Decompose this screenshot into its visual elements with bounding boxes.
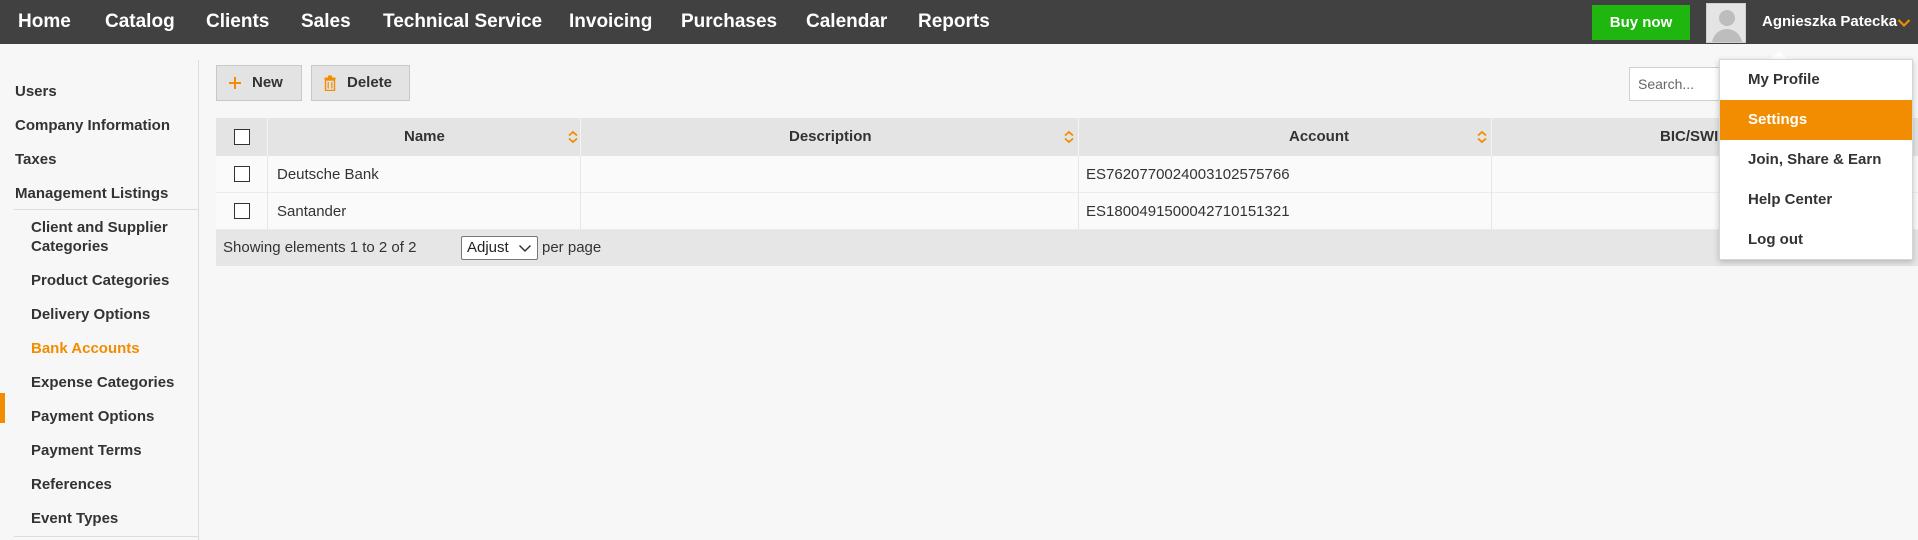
sidebar-item-references[interactable]: References <box>31 475 112 494</box>
menu-item-join-share-earn[interactable]: Join, Share & Earn <box>1720 140 1912 180</box>
sidebar-item-users[interactable]: Users <box>15 82 57 101</box>
sidebar-item-payment-terms[interactable]: Payment Terms <box>31 441 142 460</box>
column-separator <box>580 193 581 230</box>
nav-purchases[interactable]: Purchases <box>681 0 777 44</box>
sidebar: Users Company Information Taxes Manageme… <box>0 60 199 540</box>
delete-button-label: Delete <box>347 74 393 91</box>
column-header-name[interactable]: Name <box>404 118 445 156</box>
nav-calendar[interactable]: Calendar <box>806 0 887 44</box>
new-button[interactable]: New <box>216 65 302 101</box>
column-separator <box>267 193 268 230</box>
column-separator <box>267 156 268 193</box>
buy-now-button[interactable]: Buy now <box>1592 5 1690 40</box>
column-separator <box>1491 118 1492 156</box>
sidebar-item-taxes[interactable]: Taxes <box>15 150 56 169</box>
nav-home[interactable]: Home <box>18 0 71 44</box>
nav-technical-service[interactable]: Technical Service <box>383 0 542 44</box>
column-separator <box>1078 156 1079 193</box>
nav-sales[interactable]: Sales <box>301 0 351 44</box>
select-all-checkbox[interactable] <box>234 129 250 145</box>
menu-item-settings[interactable]: Settings <box>1720 100 1912 140</box>
per-page-value: Adjust <box>467 239 509 256</box>
user-name[interactable]: Agnieszka Patecka <box>1762 0 1897 44</box>
avatar-body <box>1712 29 1742 42</box>
cell-account: ES1800491500042710151321 <box>1086 203 1290 220</box>
sidebar-item-product-categories[interactable]: Product Categories <box>31 271 169 290</box>
chevron-down-icon <box>518 244 532 253</box>
column-header-description[interactable]: Description <box>789 118 872 156</box>
trash-icon <box>324 75 336 91</box>
avatar-head <box>1719 10 1735 26</box>
pagination-summary: Showing elements 1 to 2 of 2 <box>223 239 417 256</box>
cell-name: Deutsche Bank <box>277 166 379 183</box>
sort-icon[interactable] <box>1063 130 1075 144</box>
column-header-bic-swift[interactable]: BIC/SWI <box>1660 118 1718 156</box>
top-nav-bar: Home Catalog Clients Sales Technical Ser… <box>0 0 1918 44</box>
menu-item-help-center[interactable]: Help Center <box>1720 180 1912 220</box>
table-footer: Showing elements 1 to 2 of 2 Adjust per … <box>216 230 1918 266</box>
row-checkbox[interactable] <box>234 166 250 182</box>
chevron-down-icon[interactable] <box>1897 18 1911 28</box>
column-separator <box>580 118 581 156</box>
sidebar-item-event-types[interactable]: Event Types <box>31 509 118 528</box>
sidebar-item-bank-accounts[interactable]: Bank Accounts <box>31 339 140 358</box>
sort-icon[interactable] <box>567 130 579 144</box>
nav-invoicing[interactable]: Invoicing <box>569 0 652 44</box>
search-input[interactable] <box>1629 67 1725 101</box>
per-page-label: per page <box>542 239 602 256</box>
new-button-label: New <box>252 74 283 91</box>
delete-button[interactable]: Delete <box>311 65 410 101</box>
plus-icon <box>229 77 241 89</box>
user-avatar[interactable] <box>1706 3 1746 43</box>
menu-item-log-out[interactable]: Log out <box>1720 220 1912 260</box>
nav-reports[interactable]: Reports <box>918 0 990 44</box>
nav-clients[interactable]: Clients <box>206 0 269 44</box>
sort-icon[interactable] <box>1476 130 1488 144</box>
sidebar-item-management-listings[interactable]: Management Listings <box>15 184 168 203</box>
column-header-account[interactable]: Account <box>1289 118 1349 156</box>
sidebar-item-delivery-options[interactable]: Delivery Options <box>31 305 150 324</box>
menu-item-my-profile[interactable]: My Profile <box>1720 60 1912 100</box>
active-item-marker <box>0 393 5 423</box>
sidebar-divider <box>14 536 199 537</box>
column-separator <box>1078 193 1079 230</box>
sidebar-item-company-information[interactable]: Company Information <box>15 116 170 135</box>
row-checkbox[interactable] <box>234 203 250 219</box>
table-row[interactable]: Santander ES1800491500042710151321 <box>216 193 1918 230</box>
table-header: Name Description Account BIC/SWI <box>216 118 1918 156</box>
sidebar-divider <box>14 209 199 210</box>
column-separator <box>1078 118 1079 156</box>
per-page-select[interactable]: Adjust <box>461 236 538 260</box>
user-dropdown-menu: My Profile Settings Join, Share & Earn H… <box>1719 59 1913 260</box>
column-separator <box>580 156 581 193</box>
cell-account: ES7620770024003102575766 <box>1086 166 1290 183</box>
table-row[interactable]: Deutsche Bank ES7620770024003102575766 <box>216 156 1918 193</box>
sidebar-item-client-supplier-categories[interactable]: Client and Supplier Categories <box>31 218 191 256</box>
column-separator <box>1491 193 1492 230</box>
column-separator <box>267 118 268 156</box>
sidebar-item-payment-options[interactable]: Payment Options <box>31 407 154 426</box>
column-separator <box>1491 156 1492 193</box>
cell-name: Santander <box>277 203 347 220</box>
nav-catalog[interactable]: Catalog <box>105 0 175 44</box>
sidebar-item-expense-categories[interactable]: Expense Categories <box>31 373 174 392</box>
